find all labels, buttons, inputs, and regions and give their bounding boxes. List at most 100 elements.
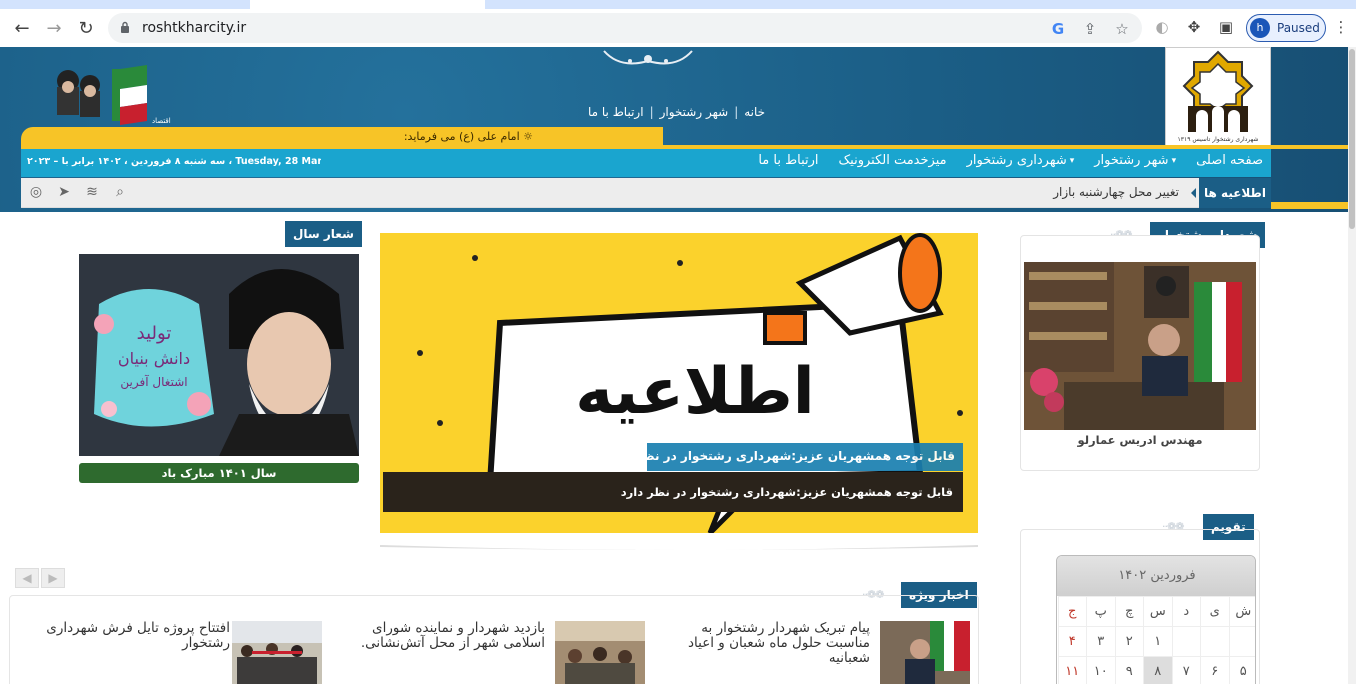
profile-avatar: h [1250, 18, 1270, 38]
section-title-motto: شعار سال [285, 221, 362, 247]
banner-word: اطلاعیه [575, 355, 814, 429]
prev-arrow-icon[interactable]: ◀ [15, 568, 39, 588]
share-icon[interactable]: ⇪ [1081, 20, 1099, 38]
calendar-weekday: ج [1057, 596, 1086, 626]
profile-button[interactable]: h Paused [1246, 14, 1326, 42]
browser-window: ← → ↻ roshtkharcity.ir G ⇪ ☆ ◐ ✥ ▣ h Pau… [0, 0, 1356, 46]
calendar-box: فروردین ۱۴۰۲ شیدسچپج ۱۲۳۴ ۵ ۶ ۷ ۸ ۹ ۱۰ ۱۱ [1020, 529, 1260, 684]
calendar-day[interactable]: ۱ [1143, 626, 1172, 656]
calendar-month[interactable]: فروردین ۱۴۰۲ [1057, 556, 1255, 596]
news-title[interactable]: افتتاح پروژه تایل فرش شهرداری رشتخوار [40, 621, 230, 651]
mayor-photo[interactable] [1024, 262, 1256, 430]
calendar-day[interactable]: ۷ [1171, 656, 1200, 684]
date-bar: سه شنبه ۸ فروردین ، ۱۴۰۲ برابر با – ۲۰۲۳… [21, 149, 334, 177]
site-header: اقتصاد خانه | شهر رشتخوار | ارتباط با ما… [0, 47, 1348, 212]
news-item[interactable]: پیام تبریک شهردار رشتخوار به مناسبت حلول… [670, 621, 970, 684]
chevron-down-icon: ▾ [1069, 155, 1075, 166]
nav-item[interactable]: شهر رشتخوار ▾ [1094, 153, 1176, 168]
browser-toolbar: ← → ↻ roshtkharcity.ir G ⇪ ☆ ◐ ✥ ▣ h Pau… [0, 9, 1356, 46]
calendar-day[interactable]: ۹ [1114, 656, 1143, 684]
mayor-name: مهندس ادریس عمارلو [1077, 433, 1203, 447]
calendar-weekday: ی [1200, 596, 1229, 626]
featured-news: پیام تبریک شهردار رشتخوار به مناسبت حلول… [9, 595, 979, 684]
municipality-logo[interactable]: شهرداری رشتخوار تاسیس ۱۳۱۹ [1165, 47, 1271, 147]
instagram-icon[interactable]: ◎ [27, 183, 45, 201]
gold-accent [1271, 202, 1348, 209]
poster-line-3: اشتغال آفرین [120, 374, 187, 390]
scrollbar-thumb[interactable] [1349, 49, 1355, 229]
next-arrow-icon[interactable]: ▶ [41, 568, 65, 588]
active-tab[interactable] [250, 0, 485, 9]
announcement-slider[interactable]: اطلاعیه قابل توجه همشهریان عزیز:شهرداری … [380, 233, 978, 533]
menu-kebab-icon[interactable]: ⋮ [1332, 18, 1350, 36]
puzzle-icon[interactable]: ✥ [1185, 18, 1203, 36]
news-title[interactable]: بازدید شهردار و نماینده شورای اسلامی شهر… [355, 621, 545, 651]
calendar-day[interactable]: ۱۱ [1057, 656, 1086, 684]
ticker-text[interactable]: تغییر محل چهارشنبه بازار [1053, 185, 1179, 199]
news-item[interactable]: بازدید شهردار و نماینده شورای اسلامی شهر… [355, 621, 655, 684]
rss-icon[interactable]: ≋ [83, 183, 101, 201]
nav-item-label: ارتباط با ما [758, 153, 819, 168]
svg-text:اقتصاد: اقتصاد [152, 117, 171, 125]
sun-icon: ☼ [519, 130, 533, 143]
web-page: اقتصاد خانه | شهر رشتخوار | ارتباط با ما… [0, 47, 1348, 684]
address-bar[interactable]: roshtkharcity.ir G ⇪ ☆ [108, 13, 1142, 43]
news-thumbnail[interactable] [555, 621, 645, 684]
calendar-day[interactable]: ۸ [1143, 656, 1172, 684]
side-panel-icon[interactable]: ▣ [1217, 18, 1235, 36]
news-thumbnail[interactable] [232, 621, 322, 684]
toplink-city[interactable]: شهر رشتخوار [660, 105, 729, 121]
page-scrollbar[interactable] [1348, 47, 1356, 684]
telegram-icon[interactable]: ➤ [55, 183, 73, 201]
calendar-weekday: س [1143, 596, 1172, 626]
lock-icon [121, 21, 129, 33]
nav-item[interactable]: شهرداری رشتخوار ▾ [967, 153, 1075, 168]
slider-shadow [380, 545, 978, 550]
slider-caption-title[interactable]: قابل توجه همشهریان عزیز:شهرداری رشتخوار … [608, 443, 963, 471]
tab-strip [0, 0, 1356, 9]
news-title[interactable]: پیام تبریک شهردار رشتخوار به مناسبت حلول… [670, 621, 870, 666]
nav-item[interactable]: صفحه اصلی [1196, 153, 1263, 168]
calendar-day[interactable] [1228, 626, 1255, 656]
search-icon[interactable]: ⌕ [111, 183, 129, 201]
calendar-day[interactable]: ۴ [1057, 626, 1086, 656]
header-top-links: خانه | شهر رشتخوار | ارتباط با ما [588, 105, 766, 121]
calendar-day[interactable] [1200, 626, 1229, 656]
url-text: roshtkharcity.ir [142, 20, 247, 36]
calendar-day[interactable]: ۲ [1114, 626, 1143, 656]
calendar-day[interactable]: ۱۰ [1086, 656, 1115, 684]
profile-status: Paused [1277, 21, 1320, 35]
mayor-box: مهندس ادریس عمارلو [1020, 235, 1260, 471]
slider-caption-text[interactable]: قابل توجه همشهریان عزیز:شهرداری رشتخوار … [383, 472, 963, 512]
toplink-home[interactable]: خانه [744, 105, 765, 121]
forward-button[interactable]: → [42, 16, 66, 40]
poster-line-1: تولید [137, 323, 172, 344]
nav-item[interactable]: ارتباط با ما [758, 153, 818, 168]
motto-caption: سال ۱۴۰۱ مبارک باد [79, 463, 359, 483]
logo-caption: شهرداری رشتخوار تاسیس ۱۳۱۹ [1177, 136, 1259, 143]
nav-item[interactable]: میزخدمت الکترونیک [839, 153, 947, 168]
main-nav: صفحه اصلی شهر رشتخوار ▾ شهرداری رشتخوار ▾ میز… [321, 149, 1271, 177]
nav-item-label: شهرداری رشتخوار [966, 153, 1067, 168]
toplink-contact[interactable]: ارتباط با ما [588, 105, 644, 121]
nav-item-label: صفحه اصلی [1196, 153, 1263, 168]
google-icon[interactable]: G [1049, 20, 1067, 38]
news-arrows: ◀ ▶ [15, 568, 65, 588]
motto-poster[interactable]: تولید دانش بنیان اشتغال آفرین [79, 254, 359, 456]
calendar-weekday: ش [1228, 596, 1255, 626]
calendar-day[interactable]: ۶ [1200, 656, 1229, 684]
back-button[interactable]: ← [10, 16, 34, 40]
calendar-day[interactable] [1171, 626, 1200, 656]
calendar-day[interactable]: ۵ [1228, 656, 1255, 684]
poster-line-2: دانش بنیان [118, 349, 190, 369]
reload-button[interactable]: ↻ [74, 16, 98, 40]
bookmark-star-icon[interactable]: ☆ [1113, 20, 1131, 38]
calendar-day[interactable]: ۳ [1086, 626, 1115, 656]
extension-icon[interactable]: ◐ [1153, 18, 1171, 36]
news-ticker: اطلاعیه ها تغییر محل چهارشنبه بازار ◎ ➤ … [21, 178, 1271, 208]
chevron-down-icon: ▾ [1171, 155, 1177, 166]
news-item[interactable]: افتتاح پروژه تایل فرش شهرداری رشتخوار [40, 621, 340, 684]
quote-bar: ☼ امام علی (ع) می فرماید: [21, 127, 663, 147]
calendar-weekday: د [1171, 596, 1200, 626]
news-thumbnail[interactable] [880, 621, 970, 684]
